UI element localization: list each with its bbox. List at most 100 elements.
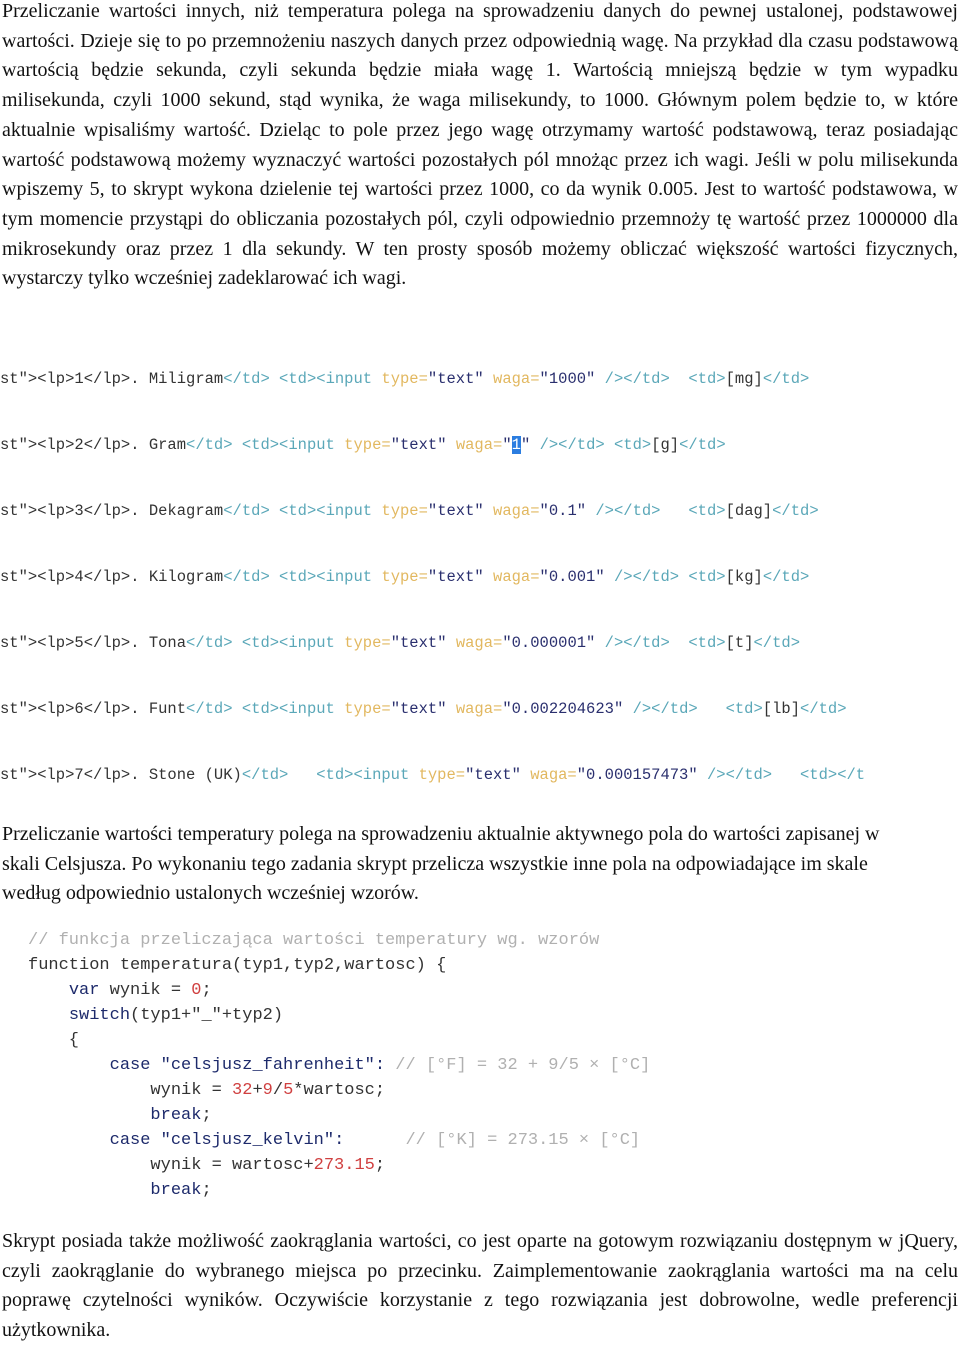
code-token: 273.15 bbox=[313, 1156, 375, 1175]
code-token: + bbox=[252, 1081, 263, 1100]
code-line: // funkcja przeliczająca wartości temper… bbox=[28, 931, 599, 950]
code-token: /></td> bbox=[632, 700, 726, 718]
code-token: 32 bbox=[232, 1081, 253, 1100]
code-token: // [°F] = 32 + 9/5 × [°C] bbox=[395, 1056, 651, 1075]
code-token: 9 bbox=[262, 1081, 273, 1100]
code-token: "text" bbox=[390, 436, 456, 454]
code-token: // [°K] = 273.15 × [°C] bbox=[405, 1131, 641, 1150]
code-token: *wartosc; bbox=[293, 1081, 386, 1100]
code-token: <td> bbox=[688, 370, 726, 388]
paragraph-weights: Przeliczanie wartości innych, niż temper… bbox=[2, 0, 958, 290]
code-line: function temperatura(typ1,typ2,wartosc) … bbox=[28, 956, 446, 975]
code-token: switch bbox=[68, 1006, 131, 1025]
code-token: st"><lp>2</lp>. Gram bbox=[0, 436, 187, 454]
code-line: st"><lp>6</lp>. Funt</td> <td><input typ… bbox=[0, 700, 847, 718]
code-token: [dag] bbox=[725, 502, 773, 520]
code-token: { bbox=[28, 1031, 80, 1050]
code-token: "0.001" bbox=[539, 568, 614, 586]
code-line: st"><lp>5</lp>. Tona</td> <td><input typ… bbox=[0, 634, 800, 652]
code-token: waga= bbox=[455, 436, 503, 454]
code-token: " bbox=[520, 436, 540, 454]
code-token: st"><lp>5</lp>. Tona bbox=[0, 634, 187, 652]
code-token: [kg] bbox=[725, 568, 763, 586]
code-token: type= bbox=[344, 700, 391, 718]
code-token: "celsjusz_kelvin": bbox=[150, 1131, 406, 1150]
code-token: st"><lp>4</lp>. Kilogram bbox=[0, 568, 224, 586]
code-token: /></td> bbox=[604, 370, 689, 388]
code-token: wynik = bbox=[28, 1081, 233, 1100]
code-line: case "celsjusz_fahrenheit": // [°F] = 32… bbox=[28, 1056, 651, 1075]
code-token: var bbox=[68, 981, 100, 1000]
code-token: "text" bbox=[427, 370, 494, 388]
code-token: <td> bbox=[688, 568, 726, 586]
code-token: case bbox=[109, 1131, 151, 1150]
code-token: type= bbox=[381, 370, 428, 388]
code-token: "text" bbox=[427, 502, 494, 520]
code-token: /></td> bbox=[595, 502, 689, 520]
code-line: var wynik = 0; bbox=[28, 981, 212, 1000]
code-token: "0.002204623" bbox=[502, 700, 633, 718]
code-line: { bbox=[28, 1031, 79, 1050]
code-token: type= bbox=[381, 502, 428, 520]
code-token: "celsjusz_fahrenheit": bbox=[150, 1056, 396, 1075]
code-token: waga= bbox=[455, 700, 503, 718]
code-token: </td> <td><input bbox=[186, 634, 345, 652]
code-token: </td> bbox=[753, 634, 801, 652]
code-token: wynik = wartosc+ bbox=[28, 1156, 314, 1175]
code-token: </td> bbox=[762, 370, 810, 388]
code-token: /></td> bbox=[613, 568, 689, 586]
code-token: [mg] bbox=[725, 370, 763, 388]
code-token: </td> bbox=[762, 568, 810, 586]
code-token: [g] bbox=[651, 436, 680, 454]
code-token: <td> bbox=[688, 634, 726, 652]
paragraph-temperature: Przeliczanie wartości temperatury polega… bbox=[2, 823, 880, 905]
code-token: type= bbox=[344, 634, 391, 652]
code-token: st"><lp>1</lp>. Miligram bbox=[0, 370, 224, 388]
code-token: "text" bbox=[427, 568, 494, 586]
code-token: break bbox=[150, 1181, 202, 1200]
code-token: </td> <td><input bbox=[223, 370, 382, 388]
code-token: waga= bbox=[493, 568, 540, 586]
code-token: </td> <td><input bbox=[241, 766, 419, 784]
code-token: type= bbox=[381, 568, 428, 586]
code-token: </td> bbox=[800, 700, 847, 718]
code-token: </td> <td><input bbox=[186, 436, 345, 454]
code-line: st"><lp>1</lp>. Miligram</td> <td><input… bbox=[0, 370, 809, 388]
code-token: </td> <td><input bbox=[186, 700, 345, 718]
code-token: "0.1" bbox=[539, 502, 596, 520]
code-token: function temperatura(typ1,typ2,wartosc) … bbox=[28, 956, 447, 975]
code-line: st"><lp>4</lp>. Kilogram</td> <td><input… bbox=[0, 568, 809, 586]
code-line: st"><lp>2</lp>. Gram</td> <td><input typ… bbox=[0, 436, 726, 454]
code-token: <td></t bbox=[799, 766, 866, 784]
code-token: /></td> bbox=[539, 436, 614, 454]
code-token: waga= bbox=[455, 634, 503, 652]
code-token: 5 bbox=[283, 1081, 294, 1100]
code-token: st"><lp>3</lp>. Dekagram bbox=[0, 502, 224, 520]
code-token: waga= bbox=[493, 370, 540, 388]
code-token: ; bbox=[374, 1156, 386, 1175]
code-token: /></td> bbox=[604, 634, 689, 652]
code-token: </td> bbox=[772, 502, 819, 520]
code-token: "text" bbox=[390, 634, 456, 652]
code-token: type= bbox=[344, 436, 391, 454]
code-token: wynik = bbox=[99, 981, 192, 1000]
code-token: // funkcja przeliczająca wartości temper… bbox=[28, 931, 600, 950]
code-token: [lb] bbox=[762, 700, 801, 718]
code-token: </td> <td><input bbox=[223, 568, 382, 586]
paragraph-rounding: Skrypt posiada także możliwość zaokrągla… bbox=[2, 1230, 958, 1342]
code-token: /></td> bbox=[706, 766, 800, 784]
code-token: waga= bbox=[530, 766, 577, 784]
code-token: ; bbox=[201, 1106, 212, 1125]
code-token: "0.000157473" bbox=[576, 766, 707, 784]
code-token: type= bbox=[418, 766, 466, 784]
code-token: st"><lp>6</lp>. Funt bbox=[0, 700, 187, 718]
code-line: break; bbox=[28, 1106, 212, 1125]
code-token: [t] bbox=[725, 634, 754, 652]
code-token: case bbox=[109, 1056, 151, 1075]
code-token: 0 bbox=[191, 981, 202, 1000]
